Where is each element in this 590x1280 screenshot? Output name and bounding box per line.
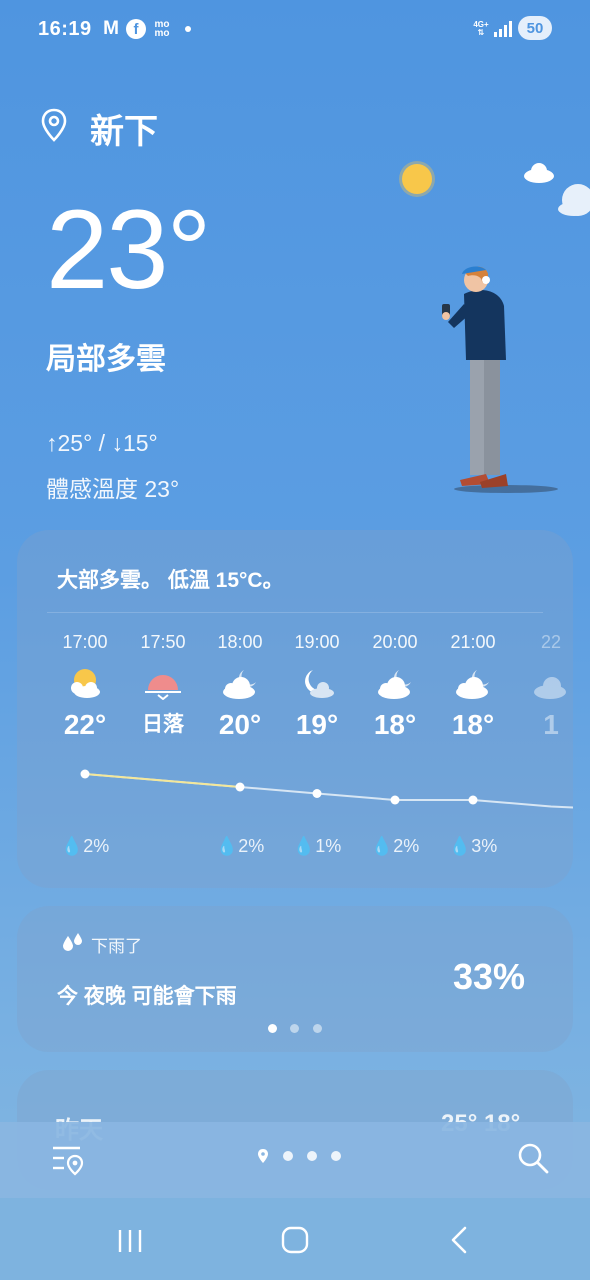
hourly-forecast-card[interactable]: 大部多雲。 低溫 15°C。 17:00 22° 17:50 日落 18:00 … [17,530,573,888]
temperature-line [84,773,573,809]
hourly-item[interactable]: 19:00 19° [277,630,357,742]
sun-cloud-icon [71,669,100,698]
hourly-item[interactable]: 22 1 [511,630,573,742]
feels-like-temperature: 體感溫度 23° [46,476,180,502]
gmail-icon: M [103,18,119,39]
location-name[interactable]: 新下 [90,104,158,153]
temperature-graph [80,769,573,809]
raindrop-icon: 💧 [370,836,394,856]
temperature-point [235,782,245,792]
cloud-icon [524,163,554,183]
current-temperature: 23° [46,187,211,312]
precipitation-chance: 💧3% [448,836,498,856]
recent-apps-icon[interactable] [110,1224,150,1256]
divider [47,612,543,613]
location-pin-icon[interactable] [40,108,68,142]
person-illustration [442,266,558,493]
sunset-icon [145,675,181,700]
sun-icon [399,161,435,197]
back-icon[interactable] [440,1224,480,1256]
temperature-line-daytime [84,773,241,788]
temperature-point [390,795,400,805]
hourly-item[interactable]: 18:00 20° [200,630,280,742]
raindrops-icon [63,933,82,951]
hourly-item[interactable]: 17:00 22° [45,630,125,742]
precipitation-chance: 💧2% [60,836,110,856]
status-bar: 16:19 M f mo mo 4G+ ⇅ 50 [0,0,590,58]
raindrop-icon: 💧 [60,836,84,856]
home-icon[interactable] [275,1224,315,1256]
temperature-point [468,795,478,805]
card-page-dot[interactable] [290,1024,299,1033]
status-time: 16:19 [38,18,92,40]
cloudy-night-icon [534,677,566,699]
precipitation-chance: 💧2% [370,836,420,856]
card-page-dot[interactable] [313,1024,322,1033]
high-low-temperature: ↑25° / ↓15° [46,430,158,456]
precipitation-chance: 💧1% [292,836,342,856]
signal-icon [494,21,512,37]
dot-icon [185,26,191,32]
raindrop-icon: 💧 [448,836,472,856]
hourly-item[interactable]: 21:00 18° [433,630,513,742]
hourly-item[interactable]: 20:00 18° [355,630,435,742]
rain-message: 今 夜晚 可能會下雨 [57,985,237,1008]
navigation-bar [0,1198,590,1280]
battery-indicator: 50 [518,16,552,40]
card-page-dot[interactable] [268,1024,277,1033]
cloudy-night-icon [223,670,256,699]
bottom-toolbar [0,1122,590,1198]
temperature-point [80,769,90,779]
cloudy-night-icon [378,670,411,699]
temperature-point [312,789,322,798]
network-4g-icon: 4G+ ⇅ [473,20,489,37]
hourly-summary: 大部多雲。 低溫 15°C。 [57,569,284,592]
raindrop-icon: 💧 [215,836,239,856]
rain-alert-card[interactable]: 下雨了 今 夜晚 可能會下雨 33% [17,906,573,1052]
precipitation-chance: 💧2% [215,836,265,856]
cloudy-night-icon [456,670,489,699]
momo-icon: mo mo [154,19,170,39]
current-condition: 局部多雲 [46,343,166,376]
facebook-icon: f [126,19,146,39]
raindrop-icon: 💧 [292,836,316,856]
cloud-icon [558,184,590,216]
location-list-icon[interactable] [50,1142,86,1176]
hourly-item[interactable]: 17:50 日落 [123,630,203,742]
rain-card-title: 下雨了 [91,937,142,956]
location-pager[interactable] [256,1148,356,1164]
search-icon[interactable] [515,1140,551,1176]
moon-cloud-icon [305,670,334,698]
rain-probability: 33% [453,956,526,997]
